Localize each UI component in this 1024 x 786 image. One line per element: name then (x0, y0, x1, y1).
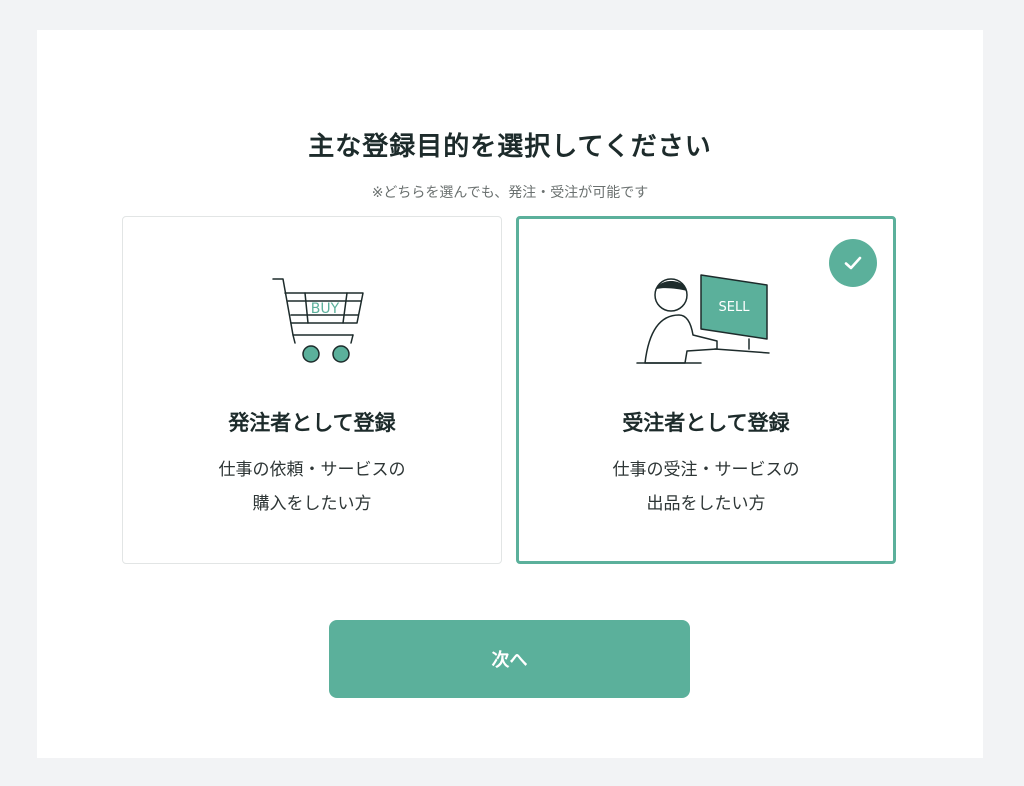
next-button[interactable]: 次へ (329, 620, 690, 698)
option-card-client[interactable]: BUY 発注者として登録 仕事の依頼・サービスの 購入をしたい方 (122, 216, 502, 564)
illustration-contractor: SELL (519, 269, 893, 379)
cart-label: BUY (311, 301, 340, 317)
shopping-cart-icon: BUY (272, 278, 364, 363)
option-card-contractor[interactable]: SELL 受注者として登録 仕事の受注・サービスの 出品をしたい方 (516, 216, 896, 564)
page-note: ※どちらを選んでも、発注・受注が可能です (371, 185, 649, 201)
illustration-client: BUY (123, 267, 501, 377)
option-desc-contractor-line1: 仕事の受注・サービスの (612, 460, 800, 480)
option-desc-client-line1: 仕事の依頼・サービスの (218, 460, 406, 480)
page-title: 主な登録目的を選択してください (308, 132, 712, 162)
option-desc-contractor: 仕事の受注・サービスの 出品をしたい方 (519, 453, 893, 521)
person-at-monitor-icon: SELL (636, 274, 770, 364)
monitor-label: SELL (719, 300, 751, 315)
option-desc-client: 仕事の依頼・サービスの 購入をしたい方 (123, 453, 501, 521)
option-desc-contractor-line2: 出品をしたい方 (646, 494, 766, 514)
option-title-client: 発注者として登録 (228, 411, 396, 435)
option-desc-client-line2: 購入をしたい方 (252, 494, 372, 514)
option-title-contractor: 受注者として登録 (622, 411, 790, 435)
